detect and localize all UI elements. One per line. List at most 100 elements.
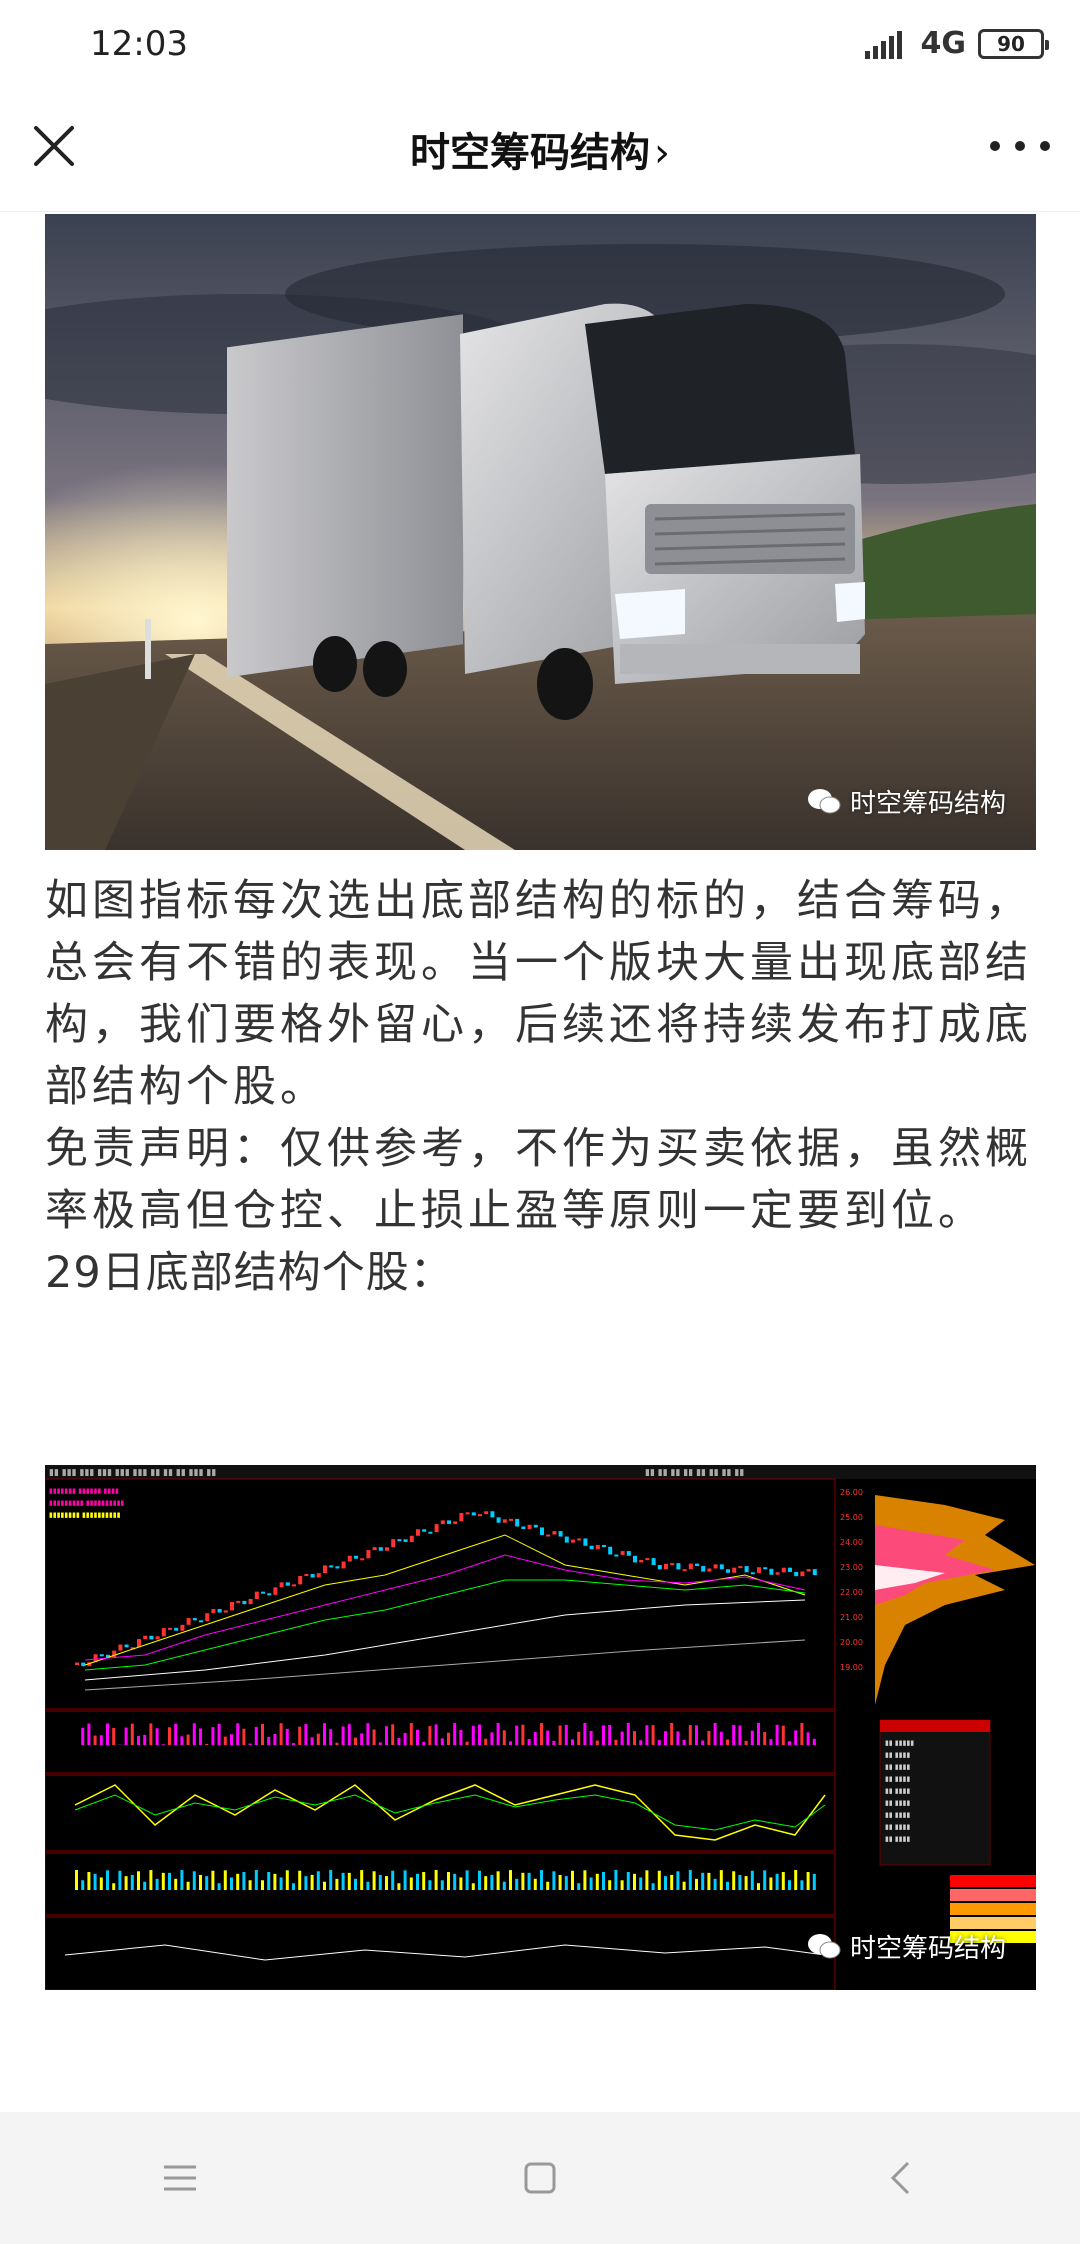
volume-bar [769, 1877, 773, 1890]
indicator-bar [130, 1723, 134, 1745]
indicator-bar [521, 1724, 525, 1745]
volume-bar [130, 1874, 134, 1890]
candle [186, 1618, 191, 1625]
indicator-bar [391, 1724, 395, 1745]
article-body: 如图指标每次选出底部结构的标的，结合筹码，总会有不错的表现。当一个版块大量出现底… [45, 870, 1036, 1304]
candle [174, 1627, 179, 1631]
candle [99, 1654, 104, 1657]
svg-text:21.00: 21.00 [840, 1613, 863, 1622]
indicator-bar [174, 1723, 178, 1745]
indicator-bar [440, 1738, 444, 1745]
candle [453, 1521, 458, 1524]
indicator-bar [602, 1725, 605, 1745]
indicator-bar [242, 1728, 246, 1745]
svg-text:▮▮ ▮▮▮▮: ▮▮ ▮▮▮▮ [885, 1787, 910, 1795]
candle [670, 1563, 675, 1566]
svg-text:26.00: 26.00 [840, 1488, 863, 1497]
stock-chart-image[interactable]: ▮▮ ▮▮▮ ▮▮▮ ▮▮▮ ▮▮▮ ▮▮▮ ▮▮ ▮▮ ▮▮ ▮▮▮ ▮▮ ▮… [45, 1465, 1036, 1990]
svg-text:23.00: 23.00 [840, 1563, 863, 1572]
indicator-bar [688, 1725, 692, 1745]
volume-bar [614, 1870, 618, 1890]
hero-image[interactable]: 时空筹码结构 [45, 214, 1036, 850]
volume-bar [639, 1877, 643, 1890]
volume-bar [738, 1874, 742, 1890]
wechat-icon [807, 788, 841, 813]
candle [533, 1524, 538, 1528]
candle [707, 1568, 712, 1572]
home-button[interactable] [510, 2148, 570, 2208]
account-title-link[interactable]: 时空筹码结构 › [0, 120, 1080, 178]
candle [254, 1591, 259, 1600]
candle [409, 1535, 414, 1542]
volume-bar [292, 1883, 295, 1890]
svg-text:▮▮ ▮▮▮▮: ▮▮ ▮▮▮▮ [885, 1751, 910, 1759]
indicator-bar [223, 1736, 227, 1745]
indicator-bar [608, 1725, 612, 1745]
svg-text:20.00: 20.00 [840, 1638, 863, 1647]
volume-bar [310, 1874, 314, 1890]
page-title: 时空筹码结构 [410, 130, 650, 176]
volume-bar [806, 1871, 810, 1890]
volume-bar [459, 1877, 463, 1890]
volume-bar [558, 1874, 562, 1890]
indicator-bar [533, 1732, 537, 1745]
volume-bar [682, 1881, 686, 1890]
candle [620, 1551, 625, 1555]
svg-text:▮▮ ▮▮▮▮▮: ▮▮ ▮▮▮▮▮ [885, 1739, 914, 1747]
candle [403, 1539, 408, 1542]
indicator-bar [515, 1725, 519, 1745]
candle [124, 1644, 129, 1648]
candle [205, 1613, 210, 1622]
svg-text:25.00: 25.00 [840, 1513, 863, 1522]
candle [521, 1526, 526, 1530]
back-button[interactable] [870, 2148, 930, 2208]
indicator-bar [670, 1723, 674, 1745]
volume-bar [285, 1870, 289, 1890]
volume-bar [416, 1873, 419, 1890]
volume-bar [180, 1870, 184, 1890]
candle [719, 1564, 724, 1570]
volume-bar [99, 1877, 103, 1890]
candle [81, 1662, 86, 1667]
indicator-bar [595, 1740, 599, 1745]
volume-bar [87, 1872, 91, 1890]
indicator-bar [112, 1727, 116, 1745]
volume-bar [279, 1877, 283, 1890]
article-paragraph: 如图指标每次选出底部结构的标的，结合筹码，总会有不错的表现。当一个版块大量出现底… [45, 876, 1032, 1112]
volume-bar [713, 1878, 717, 1890]
indicator-bar [651, 1725, 655, 1745]
article-paragraph: 免责声明：仅供参考，不作为买卖依据，虽然概率极高但仓控、止损止盈等原则一定要到位… [45, 1124, 1032, 1236]
indicator-bar [502, 1730, 506, 1745]
svg-text:▮▮ ▮▮▮▮: ▮▮ ▮▮▮▮ [885, 1835, 910, 1843]
hero-watermark: 时空筹码结构 [806, 783, 1006, 820]
battery-icon: 90 [978, 28, 1049, 59]
candle [304, 1574, 309, 1577]
svg-text:▮▮ ▮▮▮▮: ▮▮ ▮▮▮▮ [885, 1775, 910, 1783]
candle [564, 1536, 569, 1543]
indicator-bar [137, 1735, 140, 1745]
indicator-bar [192, 1723, 196, 1745]
candle [750, 1572, 755, 1575]
status-bar: 12:03 4G 90 [0, 0, 1080, 90]
candle [682, 1569, 687, 1572]
volume-bar [211, 1870, 215, 1890]
candle [595, 1545, 600, 1550]
svg-text:▮▮ ▮▮▮ ▮▮▮ ▮▮▮ ▮▮▮ ▮▮▮ ▮▮ ▮▮ ▮: ▮▮ ▮▮▮ ▮▮▮ ▮▮▮ ▮▮▮ ▮▮▮ ▮▮ ▮▮ ▮▮ ▮▮▮ ▮▮ [49, 1468, 216, 1478]
svg-text:▮▮ ▮▮▮▮: ▮▮ ▮▮▮▮ [885, 1811, 910, 1819]
home-square-icon [524, 2162, 556, 2194]
indicator-bar [589, 1730, 593, 1745]
indicator-bar [366, 1723, 370, 1745]
menu-button[interactable] [150, 2148, 210, 2208]
volume-bar [372, 1871, 376, 1890]
volume-bar [304, 1876, 308, 1890]
candle [763, 1567, 768, 1570]
indicator-bar [490, 1732, 494, 1745]
indicator-bar [812, 1738, 816, 1745]
indicator-bar [775, 1724, 779, 1745]
indicator-bar [577, 1731, 581, 1745]
more-button[interactable] [990, 124, 1050, 168]
indicator-bar [794, 1730, 798, 1745]
indicator-bar [695, 1725, 698, 1745]
indicator-bar [254, 1726, 258, 1745]
indicator-bar [428, 1726, 432, 1745]
